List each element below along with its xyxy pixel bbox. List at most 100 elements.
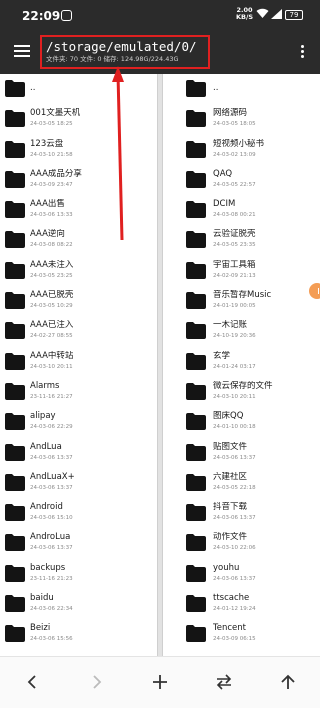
folder-date: 24-01-19 00:05 [213,303,256,310]
folder-date: 24-03-09 23:47 [30,181,73,188]
folder-row[interactable]: ttscache 24-01-12 19:24 [163,589,320,619]
folder-row[interactable]: 音乐暂存Music 24-01-19 00:05 [163,286,320,316]
folder-row[interactable]: AAA已脱壳 24-03-05 10:29 [0,286,157,316]
folder-date: 24-03-06 13:37 [30,545,73,552]
folder-name: Alarms [30,380,60,391]
folder-row[interactable]: Tencent 24-03-09 06:15 [163,619,320,649]
folder-row[interactable]: DCIM 24-03-08 00:21 [163,195,320,225]
folder-row[interactable]: 动作文件 24-03-10 22:06 [163,528,320,558]
folder-icon [186,594,206,613]
folder-icon [186,79,206,97]
folder-row[interactable]: 一木记账 24-10-19 20:36 [163,316,320,346]
folder-icon [186,352,206,370]
left-file-pane[interactable]: .. 001文墨天机 24-03-05 18:25 123云盘 24-03-10 21:… [0,74,157,656]
folder-icon [5,140,25,158]
folder-icon [5,564,25,582]
folder-row[interactable]: 短视频小秘书 24-03-02 13:09 [163,135,320,165]
folder-date: 24-03-05 22:57 [213,181,256,188]
folder-icon [186,412,206,431]
folder-date: 24-03-06 13:37 [30,484,73,491]
folder-icon [5,291,25,310]
folder-row[interactable]: Alarms 23-11-16 21:27 [0,377,157,407]
folder-row[interactable]: 123云盘 24-03-10 21:58 [0,135,157,165]
folder-icon [5,412,25,431]
folder-row[interactable]: 001文墨天机 24-03-05 18:25 [0,104,157,134]
folder-icon [186,200,206,219]
swap-panes-button[interactable] [209,667,239,697]
folder-row[interactable]: baidu 24-03-06 22:34 [0,589,157,619]
folder-name: 六建社区 [213,471,248,482]
folder-date: 24-03-10 20:11 [213,393,256,400]
folder-date: 23-11-16 21:27 [30,393,73,400]
folder-name: 宇宙工具箱 [213,259,256,270]
folder-row[interactable]: 图床QQ 24-01-10 00:18 [163,407,320,437]
folder-row[interactable]: 玄学 24-01-24 03:17 [163,347,320,377]
folder-row[interactable]: AndroLua 24-03-06 13:37 [0,528,157,558]
folder-row[interactable]: AAA未注入 24-03-05 23:25 [0,256,157,286]
folder-name: 抖音下载 [213,502,248,513]
folder-row[interactable]: alipay 24-03-06 22:29 [0,407,157,437]
folder-row[interactable]: 宇宙工具箱 24-02-09 21:13 [163,256,320,286]
back-button[interactable] [18,667,48,697]
folder-row[interactable]: backups 23-11-16 21:23 [0,559,157,589]
folder-icon [5,79,25,97]
folder-icon [186,564,206,582]
folder-row[interactable]: 贴图文件 24-03-06 13:37 [163,438,320,468]
folder-name: 贴图文件 [213,441,248,452]
folder-row[interactable]: 六建社区 24-03-05 22:18 [163,468,320,498]
folder-date: 24-03-06 13:37 [30,454,73,461]
folder-name: alipay [30,411,56,422]
folder-name: Android [30,502,63,513]
folder-icon [186,382,206,400]
folder-name: Tencent [213,623,246,634]
folder-row[interactable]: .. [0,74,157,104]
folder-date: 24-03-02 13:09 [213,151,256,158]
folder-icon [186,140,206,158]
right-file-pane[interactable]: .. 网络源码 24-03-05 18:05 短视频小秘书 24-03-02 13:09… [163,74,320,656]
current-path-box[interactable]: /storage/emulated/0/ 文件夹: 70 文件: 0 储存: 1… [40,35,210,69]
folder-date: 24-03-10 21:58 [30,151,73,158]
folder-row[interactable]: Beizi 24-03-06 15:56 [0,619,157,649]
folder-row[interactable]: QAQ 24-03-05 22:57 [163,165,320,195]
folder-row[interactable]: AndLua 24-03-06 13:37 [0,438,157,468]
folder-row[interactable]: 微云保存的文件 24-03-10 20:11 [163,377,320,407]
folder-row[interactable]: 网络源码 24-03-05 18:05 [163,104,320,134]
folder-row[interactable]: 抖音下载 24-03-06 13:37 [163,498,320,528]
add-button[interactable] [145,667,175,697]
folder-name: 123云盘 [30,138,64,149]
folder-date: 24-01-24 03:17 [213,363,256,370]
folder-row[interactable]: AndLuaX+ 24-03-06 13:37 [0,468,157,498]
folder-name: .. [213,83,219,93]
floating-side-handle[interactable] [309,283,320,299]
folder-row[interactable]: AAA已注入 24-02-27 08:55 [0,316,157,346]
swap-arrows-icon [216,674,232,690]
folder-icon [186,261,206,279]
menu-icon[interactable] [12,42,32,62]
folder-name: AndroLua [30,532,71,543]
folder-name: 001文墨天机 [30,108,81,119]
folder-row[interactable]: 云验证脱壳 24-03-05 23:35 [163,225,320,255]
folder-icon [186,170,206,188]
forward-button[interactable] [81,667,111,697]
folder-icon [186,321,206,340]
folder-date: 24-03-10 22:06 [213,545,256,552]
folder-name: 动作文件 [213,532,248,543]
folder-icon [5,382,25,400]
folder-date: 24-03-06 13:37 [213,575,256,582]
folder-name: AAA已脱壳 [30,290,74,301]
go-up-button[interactable] [273,667,303,697]
folder-row[interactable]: AAA逆向 24-03-08 08:22 [0,225,157,255]
folder-row[interactable]: Android 24-03-06 15:10 [0,498,157,528]
arrow-up-icon [281,674,295,689]
folder-row[interactable]: AAA中转站 24-03-10 20:11 [0,347,157,377]
folder-row[interactable]: AAA成品分享 24-03-09 23:47 [0,165,157,195]
folder-row[interactable]: .. [163,74,320,104]
folder-date: 24-01-12 19:24 [213,606,256,613]
folder-row[interactable]: AAA出售 24-03-06 13:33 [0,195,157,225]
folder-name: QAQ [213,168,233,179]
more-options-icon[interactable] [296,43,308,63]
folder-row[interactable]: youhu 24-03-06 13:37 [163,559,320,589]
status-time: 22:09 [22,9,61,23]
folder-date: 24-03-06 22:34 [30,606,73,613]
folder-name: 网络源码 [213,108,248,119]
